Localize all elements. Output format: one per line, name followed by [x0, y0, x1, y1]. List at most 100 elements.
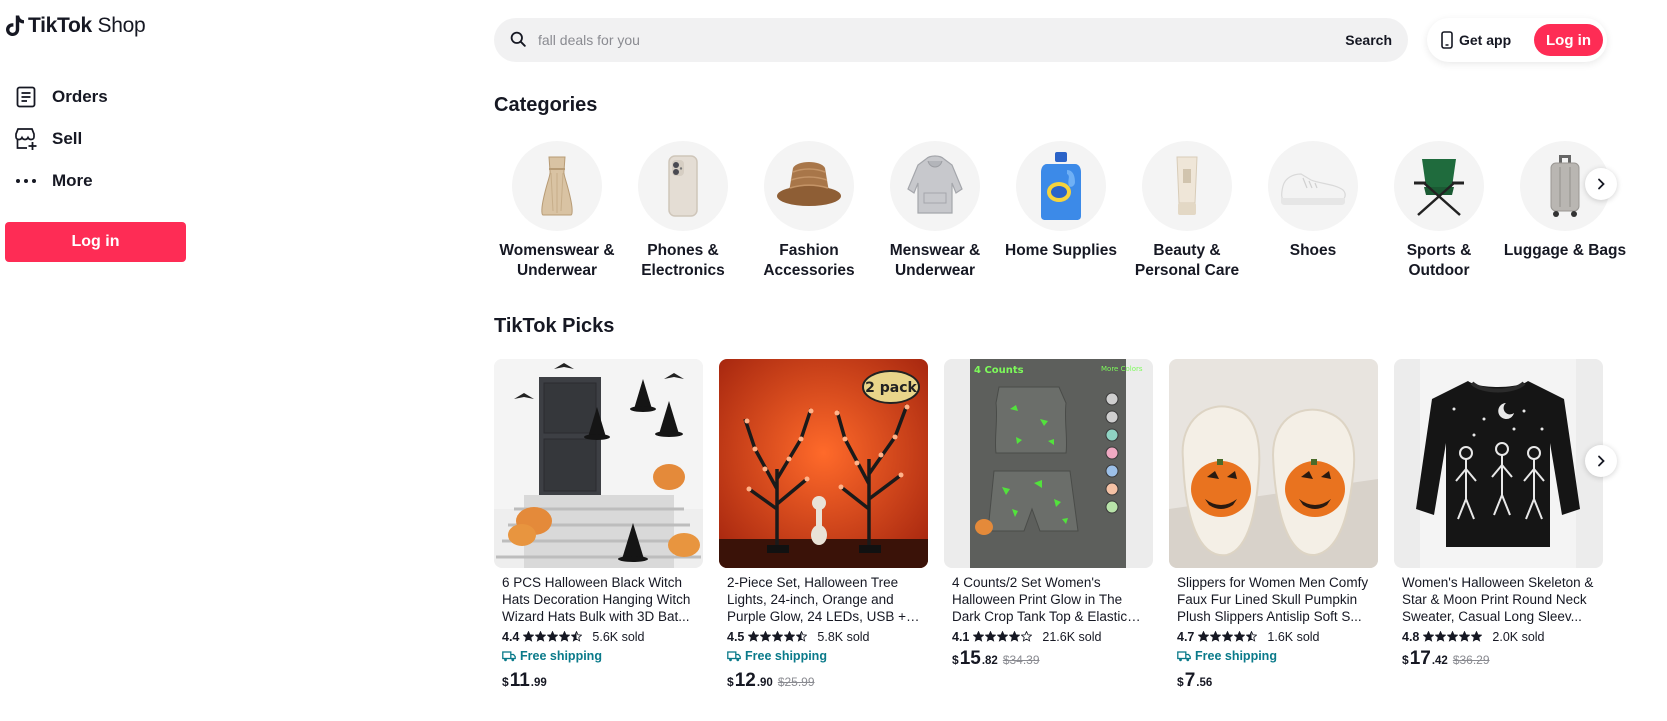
star-rating-icon — [1423, 631, 1483, 642]
product-price: $11.99 — [502, 670, 695, 692]
star-icon — [973, 631, 985, 642]
product-card[interactable]: 6 PCS Halloween Black Witch Hats Decorat… — [494, 359, 703, 699]
product-card[interactable]: Slippers for Women Men Comfy Faux Fur Li… — [1169, 359, 1378, 699]
category-beauty[interactable]: Beauty & Personal Care — [1124, 141, 1250, 281]
category-label: Phones & Electronics — [641, 242, 725, 279]
logo-bold-text: TikTok — [28, 14, 92, 37]
chevron-right-icon — [1598, 178, 1605, 190]
product-image: 2 pack — [719, 359, 928, 568]
price-cents: .99 — [530, 677, 547, 689]
original-price: $34.39 — [1002, 653, 1040, 667]
star-rating-icon — [748, 631, 808, 642]
category-label: Menswear & Underwear — [889, 242, 981, 279]
free-shipping-label: Free shipping — [1195, 649, 1277, 663]
phone-icon — [638, 141, 728, 231]
price-currency: $ — [502, 675, 509, 689]
product-card[interactable]: 2 pack 2-Piece Set, Halloween Tree Light… — [719, 359, 928, 699]
sold-count: 5.8K sold — [817, 629, 870, 644]
category-home-supplies[interactable]: Home Supplies — [998, 141, 1124, 281]
category-fashion-accessories[interactable]: Fashion Accessories — [746, 141, 872, 281]
categories-title: Categories — [494, 94, 598, 116]
sidebar-item-orders[interactable]: Orders — [14, 82, 108, 112]
price-currency: $ — [952, 653, 959, 667]
orders-icon — [14, 85, 38, 109]
price-whole: 7 — [1184, 670, 1196, 691]
star-icon — [1021, 631, 1033, 642]
free-shipping-label: Free shipping — [520, 649, 602, 663]
product-price: $15.82 $34.39 — [952, 648, 1145, 670]
category-menswear[interactable]: Menswear & Underwear — [872, 141, 998, 281]
sold-count: 21.6K sold — [1042, 629, 1102, 644]
four-counts-label: 4 Counts — [974, 365, 1024, 376]
category-label: Sports & Outdoor — [1406, 242, 1472, 279]
price-currency: $ — [727, 675, 734, 689]
star-icon — [1459, 631, 1471, 642]
category-label: Shoes — [1289, 242, 1337, 259]
star-icon — [1210, 631, 1222, 642]
sold-count: 1.6K sold — [1267, 629, 1320, 644]
star-icon — [1435, 631, 1447, 642]
picks-title: TikTok Picks — [494, 315, 615, 337]
header-actions: Get app Log in — [1427, 18, 1607, 62]
star-icon — [997, 631, 1009, 642]
categories-next-button[interactable] — [1585, 168, 1617, 200]
category-sports[interactable]: Sports & Outdoor — [1376, 141, 1502, 281]
product-card[interactable]: Women's Halloween Skeleton & Star & Moon… — [1394, 359, 1603, 699]
rating-value: 4.1 — [952, 629, 970, 644]
price-currency: $ — [1402, 653, 1409, 667]
dress-icon — [512, 141, 602, 231]
product-price: $12.90 $25.99 — [727, 670, 920, 692]
price-whole: 11 — [509, 670, 530, 691]
picks-next-button[interactable] — [1585, 445, 1617, 477]
get-app-label: Get app — [1459, 32, 1512, 48]
star-icon — [1447, 631, 1459, 642]
price-whole: 17 — [1409, 648, 1431, 669]
star-rating-icon — [523, 631, 583, 642]
star-icon — [796, 631, 808, 642]
product-title: 6 PCS Halloween Black Witch Hats Decorat… — [502, 575, 691, 624]
star-rating-icon — [973, 631, 1033, 642]
category-label: Womenswear & Underwear — [499, 242, 615, 279]
star-icon — [571, 631, 583, 642]
sidebar-login-button[interactable]: Log in — [5, 222, 186, 262]
product-image — [494, 359, 703, 568]
star-icon — [1009, 631, 1021, 642]
get-app-button[interactable]: Get app — [1441, 31, 1511, 49]
original-price: $36.29 — [1452, 653, 1490, 667]
free-shipping-badge: Free shipping — [1177, 648, 1370, 664]
categories-carousel: Womenswear & Underwear Phones & Electron… — [494, 141, 1626, 281]
sidebar-item-sell[interactable]: Sell — [14, 124, 82, 154]
star-icon — [1234, 631, 1246, 642]
original-price: $25.99 — [777, 675, 815, 689]
star-icon — [748, 631, 760, 642]
star-icon — [547, 631, 559, 642]
rating-value: 4.4 — [502, 629, 520, 644]
product-price: $7.56 — [1177, 670, 1370, 692]
product-title: Slippers for Women Men Comfy Faux Fur Li… — [1177, 575, 1369, 624]
sidebar-item-label: More — [52, 171, 93, 190]
tiktok-shop-logo[interactable]: TikTok Shop — [5, 14, 146, 38]
category-phones[interactable]: Phones & Electronics — [620, 141, 746, 281]
product-rating: 4.1 21.6K sold — [952, 628, 1145, 645]
free-shipping-badge: Free shipping — [502, 648, 695, 664]
free-shipping-label: Free shipping — [745, 649, 827, 663]
sold-count: 5.6K sold — [592, 629, 645, 644]
header-login-button[interactable]: Log in — [1534, 24, 1603, 56]
product-image — [1394, 359, 1603, 568]
sidebar-item-label: Sell — [52, 129, 83, 148]
category-shoes[interactable]: Shoes — [1250, 141, 1376, 281]
logo-regular-text: Shop — [97, 14, 146, 37]
category-womenswear[interactable]: Womenswear & Underwear — [494, 141, 620, 281]
product-rating: 4.7 1.6K sold — [1177, 628, 1370, 645]
star-icon — [985, 631, 997, 642]
product-price: $17.42 $36.29 — [1402, 648, 1595, 670]
search-button[interactable]: Search — [1335, 32, 1392, 48]
category-luggage[interactable]: Luggage & Bags — [1502, 141, 1628, 281]
chevron-right-icon — [1598, 455, 1605, 467]
price-cents: .56 — [1196, 677, 1213, 689]
sidebar-item-more[interactable]: More — [14, 166, 93, 196]
search-input[interactable] — [538, 32, 1336, 48]
truck-icon — [502, 650, 516, 661]
product-image — [1169, 359, 1378, 568]
product-card[interactable]: 4 Counts More Colors 4 Counts/2 Set Wome… — [944, 359, 1153, 699]
